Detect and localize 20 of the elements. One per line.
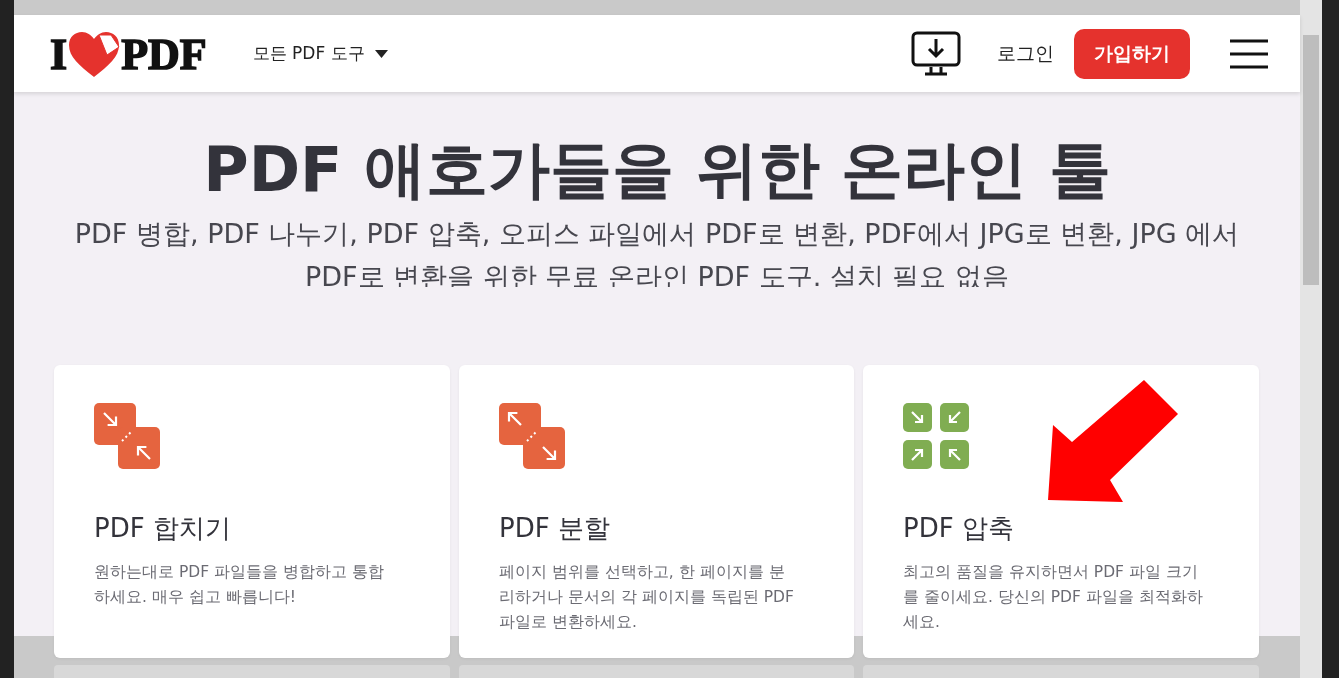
hero-title: PDF 애호가들을 위한 온라인 툴	[203, 136, 1111, 205]
tool-title: PDF 합치기	[94, 512, 232, 545]
menu-icon[interactable]	[1230, 38, 1268, 69]
all-tools-menu[interactable]: 모든 PDF 도구	[252, 42, 388, 65]
tool-card[interactable]: PDF 압축 최고의 품질을 유지하면서 PDF 파일 크기를 줄이세요. 당신의 PDF 파일을 최적화하세요.	[863, 365, 1259, 658]
signup-button[interactable]: 가입하기	[1074, 28, 1190, 79]
heart-icon	[67, 30, 122, 79]
tool-title: PDF 분할	[499, 512, 611, 545]
tool-description: 원하는대로 PDF 파일들을 병합하고 통합하세요. 매우 쉽고 빠릅니다!	[94, 562, 385, 608]
tool-description: 페이지 범위를 선택하고, 한 페이지를 분리하거나 문서의 각 페이지를 독립된 PDF 파일로 변환하세요.	[499, 562, 795, 633]
tool-description: 최고의 품질을 유지하면서 PDF 파일 크기를 줄이세요. 당신의 PDF 파일을 최적화하세요.	[903, 562, 1203, 633]
scrollbar-thumb[interactable]	[1303, 35, 1319, 285]
logo-text: PDF	[121, 29, 207, 80]
caret-icon	[374, 49, 388, 58]
tool-title: PDF 압축	[903, 512, 1015, 545]
tool-card[interactable]: PDF 분할 페이지 범위를 선택하고, 한 페이지를 분리하거나 문서의 각 페이지를 독립된 PDF 파일로 변환하세요.	[459, 365, 854, 658]
logo-text: I	[50, 29, 68, 80]
tool-card[interactable]: PDF 합치기 원하는대로 PDF 파일들을 병합하고 통합하세요. 매우 쉽고 빠릅니다!	[54, 365, 450, 658]
desktop-download-icon[interactable]	[911, 30, 961, 77]
login-link[interactable]: 로그인	[997, 40, 1054, 67]
